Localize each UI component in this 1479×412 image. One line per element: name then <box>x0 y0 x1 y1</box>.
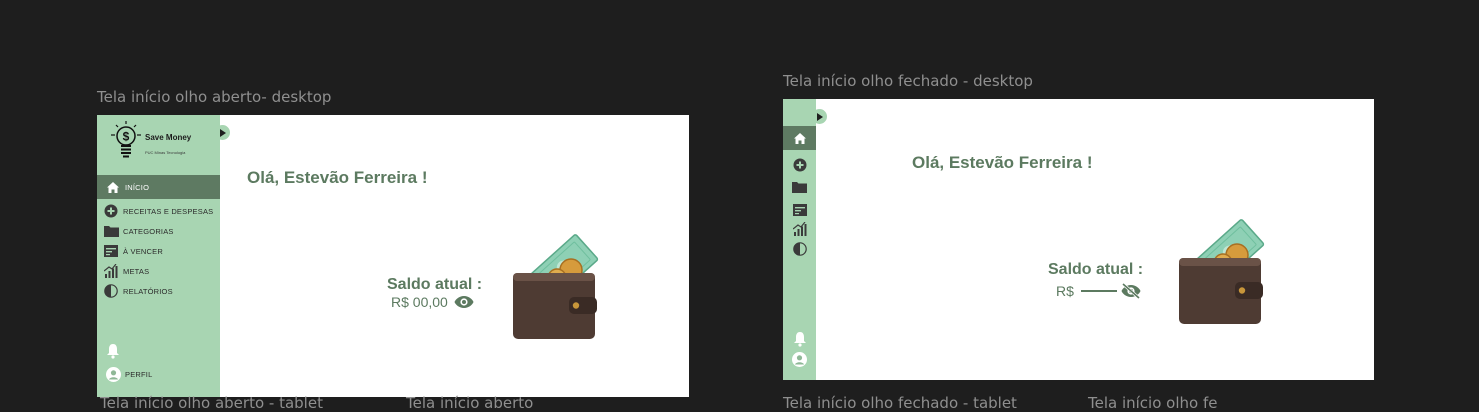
greeting: Olá, Estevão Ferreira ! <box>912 153 1093 172</box>
frame-eye-open: $ Save Money PUC Minas Tecnologia INÍCIO… <box>97 115 689 397</box>
bill-icon <box>103 243 119 259</box>
nav-item-perfil[interactable]: PERFIL <box>97 364 220 384</box>
home-icon <box>105 179 121 195</box>
nav-label-perfil: PERFIL <box>125 369 153 379</box>
balance-value: R$ 00,00 <box>391 294 448 310</box>
nav-item-receitas[interactable]: RECEITAS E DESPESAS <box>97 201 220 221</box>
nav-label-relatorios: RELATÓRIOS <box>123 286 173 296</box>
contrast-icon[interactable] <box>783 242 816 256</box>
chart-icon[interactable] <box>783 222 816 236</box>
nav-item-categorias[interactable]: CATEGORIAS <box>97 221 220 241</box>
folder-icon <box>103 223 119 239</box>
bell-icon[interactable] <box>783 331 816 347</box>
nav-label-receitas: RECEITAS E DESPESAS <box>123 206 214 216</box>
rail-home-button[interactable] <box>783 126 816 150</box>
play-arrow-icon <box>817 112 823 121</box>
balance-title: Saldo atual : <box>1048 261 1144 278</box>
greeting: Olá, Estevão Ferreira ! <box>247 168 428 187</box>
folder-icon[interactable] <box>783 181 816 193</box>
nav-item-a-vencer[interactable]: À VENCER <box>97 241 220 261</box>
svg-text:$: $ <box>123 130 130 144</box>
eye-open-icon[interactable] <box>454 295 474 309</box>
sidebar-toggle-button[interactable] <box>812 109 827 124</box>
sidebar-toggle-button[interactable] <box>215 125 230 140</box>
hidden-value-line <box>1080 290 1117 292</box>
frame-label-closed-tablet: Tela início olho fechado - tablet <box>783 394 1017 412</box>
frame-label-open-tablet: Tela início olho aberto - tablet <box>100 394 323 412</box>
plus-circle-icon[interactable] <box>783 158 816 172</box>
nav-label-a-vencer: À VENCER <box>123 246 163 256</box>
plus-circle-icon <box>103 203 119 219</box>
chart-icon <box>103 263 119 279</box>
nav-item-metas[interactable]: METAS <box>97 261 220 281</box>
wallet-illustration <box>1179 219 1265 324</box>
eye-closed-icon[interactable] <box>1121 283 1141 299</box>
frame-label-closed-other: Tela início olho fe <box>1088 394 1218 412</box>
nav-label-inicio: INÍCIO <box>125 182 150 192</box>
bell-icon[interactable] <box>106 343 120 364</box>
user-avatar-icon[interactable] <box>783 352 816 367</box>
home-icon <box>793 132 806 144</box>
contrast-icon <box>103 283 119 299</box>
brand-name: Save Money <box>145 133 192 142</box>
frame-label-open: Tela início olho aberto- desktop <box>97 88 332 106</box>
nav-label-metas: METAS <box>123 266 150 276</box>
brand-subtitle: PUC Minas Tecnologia <box>145 150 186 155</box>
sidebar-collapsed <box>783 99 816 380</box>
balance-currency: R$ <box>1056 283 1074 299</box>
nav-item-relatorios[interactable]: RELATÓRIOS <box>97 281 220 301</box>
frame-label-inicio-aberto: Tela início aberto <box>406 394 534 412</box>
nav-item-inicio[interactable]: INÍCIO <box>97 175 220 199</box>
user-avatar-icon <box>105 366 121 382</box>
lightbulb-dollar-logo: $ <box>111 121 141 158</box>
balance-value-row: R$ 00,00 <box>391 294 474 310</box>
balance-title: Saldo atual : <box>387 276 483 293</box>
bill-icon[interactable] <box>783 204 816 216</box>
frame-label-closed: Tela início olho fechado - desktop <box>783 72 1033 90</box>
play-arrow-icon <box>220 128 226 137</box>
wallet-illustration <box>513 234 599 339</box>
balance-value-row: R$ <box>1056 283 1141 299</box>
nav-label-categorias: CATEGORIAS <box>123 226 174 236</box>
frame-eye-closed: Olá, Estevão Ferreira ! Saldo atual : R$ <box>783 99 1374 380</box>
sidebar: $ Save Money PUC Minas Tecnologia INÍCIO… <box>97 115 220 397</box>
